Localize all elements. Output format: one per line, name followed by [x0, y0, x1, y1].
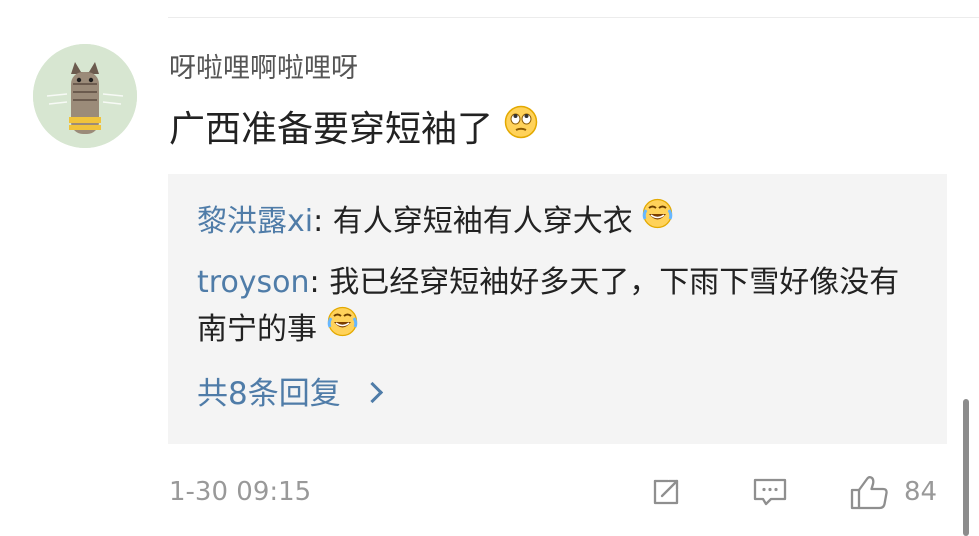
- laughing-tears-emoji-icon: [642, 196, 673, 243]
- view-all-replies-link[interactable]: 共8条回复: [197, 371, 383, 418]
- thumbs-up-icon: [850, 476, 888, 510]
- share-button[interactable]: [647, 470, 687, 514]
- post-comment: 广西准备要穿短袖了: [169, 104, 538, 157]
- reply-text: 有人穿短袖有人穿大衣: [332, 204, 633, 239]
- vertical-scrollbar[interactable]: [963, 399, 969, 536]
- reply-username[interactable]: 黎洪露xi: [197, 204, 313, 239]
- reply-separator: :: [309, 265, 330, 300]
- top-divider: [168, 17, 979, 18]
- laughing-tears-emoji-icon: [327, 304, 358, 351]
- chevron-right-icon: [361, 381, 383, 404]
- post-timestamp: 1-30 09:15: [169, 477, 312, 507]
- reply-item[interactable]: 黎洪露xi: 有人穿短袖有人穿大衣: [197, 198, 673, 246]
- cat-avatar-icon: [33, 44, 137, 148]
- reply-count-label: 共8条回复: [197, 376, 341, 412]
- post-comment-text: 广西准备要穿短袖了: [169, 109, 494, 150]
- like-button[interactable]: 84: [848, 470, 937, 514]
- avatar[interactable]: [33, 44, 137, 148]
- reply-separator: :: [313, 204, 333, 239]
- post-username[interactable]: 呀啦哩啊啦哩呀: [169, 49, 358, 89]
- reply-item[interactable]: troyson: 我已经穿短袖好多天了，下雨下雪好像没有南宁的事: [197, 259, 912, 354]
- rolling-eyes-emoji-icon: [504, 102, 538, 154]
- like-count: 84: [904, 477, 938, 507]
- share-icon: [653, 479, 679, 505]
- reply-preview-box[interactable]: 黎洪露xi: 有人穿短袖有人穿大衣 troyson: 我已经穿短袖好多天了，下雨…: [168, 174, 947, 444]
- comment-button[interactable]: [751, 470, 791, 514]
- reply-username[interactable]: troyson: [197, 265, 310, 300]
- comment-icon: [753, 478, 787, 506]
